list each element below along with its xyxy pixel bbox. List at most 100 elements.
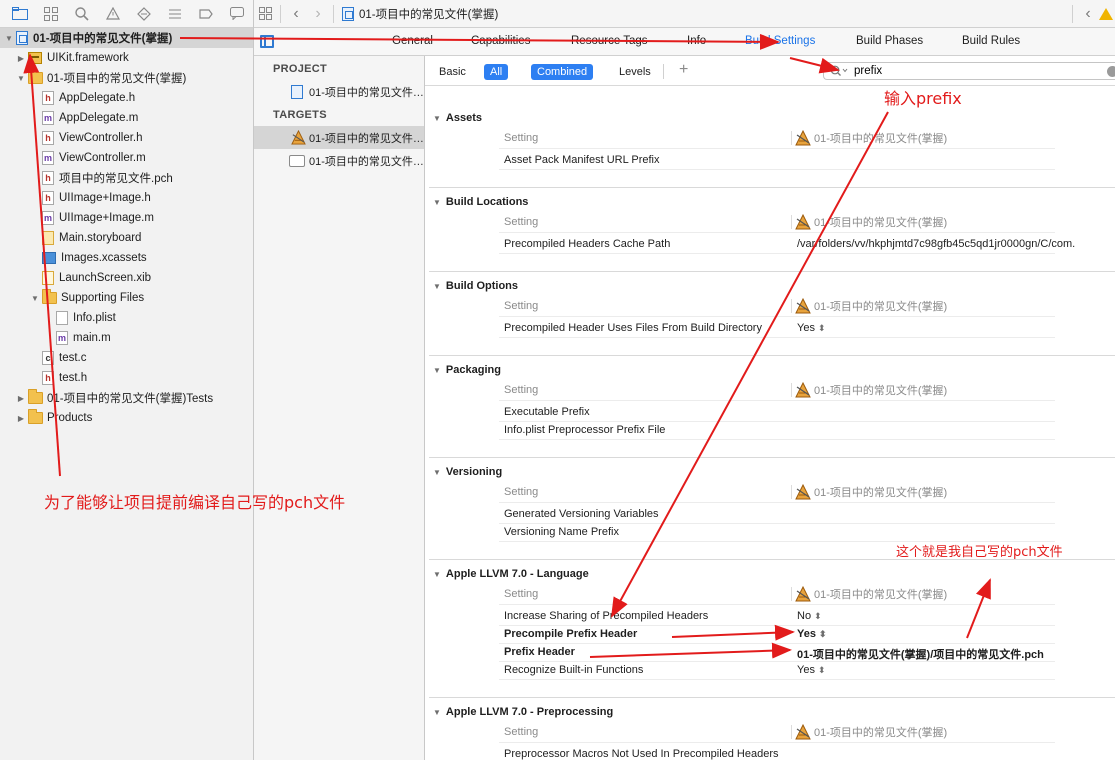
popup-stepper-icon[interactable]: ⬍	[818, 323, 826, 333]
tree-item[interactable]: h UIImage+Image.h	[0, 188, 253, 208]
tree-item[interactable]: ▼ Supporting Files	[0, 288, 253, 308]
tree-item[interactable]: m UIImage+Image.m	[0, 208, 253, 228]
section-title[interactable]: ▼ Packaging	[433, 364, 501, 376]
tree-item[interactable]: h test.h	[0, 368, 253, 388]
editor-tab-bar: General Capabilities Resource Tags Info …	[254, 28, 1115, 56]
tree-item[interactable]: Images.xcassets	[0, 248, 253, 268]
filter-all[interactable]: All	[484, 64, 509, 80]
tree-item[interactable]: m main.m	[0, 328, 253, 348]
add-setting-button[interactable]: +	[679, 61, 688, 79]
section-title[interactable]: ▼ Apple LLVM 7.0 - Language	[433, 568, 589, 580]
back-chevron-icon[interactable]: ‹	[285, 3, 307, 25]
search-icon[interactable]	[70, 3, 94, 25]
tree-item[interactable]: h AppDelegate.h	[0, 88, 253, 108]
tab-build-settings[interactable]: Build Settings	[745, 35, 815, 47]
setting-value[interactable]: No ⬍	[797, 610, 822, 622]
disclosure-open-icon[interactable]: ▼	[433, 282, 441, 291]
setting-name[interactable]: Preprocessor Macros Not Used In Precompi…	[504, 748, 779, 760]
search-field[interactable]	[823, 62, 1115, 80]
related-items-icon[interactable]	[254, 3, 276, 25]
tree-item[interactable]: c test.c	[0, 348, 253, 368]
tree-item[interactable]: ▶ Products	[0, 408, 253, 428]
tree-item[interactable]: Info.plist	[0, 308, 253, 328]
disclosure-open-icon[interactable]: ▼	[16, 74, 26, 83]
setting-name[interactable]: Precompile Prefix Header	[504, 628, 637, 640]
tree-item[interactable]: m AppDelegate.m	[0, 108, 253, 128]
tree-item[interactable]: h 项目中的常见文件.pch	[0, 168, 253, 188]
tab-resource-tags[interactable]: Resource Tags	[571, 35, 648, 47]
section-title[interactable]: ▼ Versioning	[433, 466, 502, 478]
tab-build-rules[interactable]: Build Rules	[962, 35, 1020, 47]
filter-combined[interactable]: Combined	[531, 64, 594, 80]
forward-chevron-icon[interactable]: ›	[307, 3, 329, 25]
setting-name[interactable]: Increase Sharing of Precompiled Headers	[504, 610, 708, 622]
tree-item[interactable]: ▼ 01-项目中的常见文件(掌握)	[0, 68, 253, 88]
back-chevron-icon[interactable]: ‹	[1081, 3, 1095, 25]
setting-name[interactable]: Prefix Header	[504, 646, 575, 658]
setting-name[interactable]: Recognize Built-in Functions	[504, 664, 643, 676]
warning-icon[interactable]	[1099, 8, 1113, 20]
tree-item[interactable]: ▶ UIKit.framework	[0, 48, 253, 68]
search-input[interactable]	[854, 65, 1054, 77]
tree-item[interactable]: LaunchScreen.xib	[0, 268, 253, 288]
setting-name[interactable]: Asset Pack Manifest URL Prefix	[504, 154, 659, 166]
breadcrumb-project[interactable]: 01-项目中的常见文件(掌握)	[359, 6, 498, 22]
tree-item[interactable]: ▶ 01-项目中的常见文件(掌握)Tests	[0, 388, 253, 408]
target-item-tests[interactable]: 01-项目中的常见文件(...	[254, 149, 424, 172]
disclosure-closed-icon[interactable]: ▶	[16, 414, 26, 423]
setting-value[interactable]: 01-项目中的常见文件(掌握)/项目中的常见文件.pch	[797, 646, 1044, 662]
folder-icon[interactable]	[8, 3, 32, 25]
disclosure-open-icon[interactable]: ▼	[433, 570, 441, 579]
disclosure-open-icon[interactable]: ▼	[433, 366, 441, 375]
setting-value[interactable]: Yes ⬍	[797, 628, 827, 640]
setting-name[interactable]: Precompiled Header Uses Files From Build…	[504, 322, 762, 334]
target-item-app[interactable]: 01-项目中的常见文件(...	[254, 126, 424, 149]
tree-item[interactable]: Main.storyboard	[0, 228, 253, 248]
report-icon[interactable]	[225, 3, 249, 25]
section-title[interactable]: ▼ Assets	[433, 112, 482, 124]
setting-name[interactable]: Generated Versioning Variables	[504, 508, 659, 520]
tab-capabilities[interactable]: Capabilities	[471, 35, 530, 47]
disclosure-open-icon[interactable]: ▼	[433, 114, 441, 123]
disclosure-open-icon[interactable]: ▼	[433, 198, 441, 207]
disclosure-open-icon[interactable]: ▼	[433, 708, 441, 717]
setting-name[interactable]: Precompiled Headers Cache Path	[504, 238, 670, 250]
project-item[interactable]: 01-项目中的常见文件(...	[254, 80, 424, 103]
tree-item[interactable]: ▼ 01-项目中的常见文件(掌握)	[0, 28, 253, 48]
popup-stepper-icon[interactable]: ⬍	[814, 611, 822, 621]
setting-value[interactable]: Yes ⬍	[797, 664, 826, 676]
breakpoint-icon[interactable]	[194, 3, 218, 25]
tree-item[interactable]: h ViewController.h	[0, 128, 253, 148]
tree-item[interactable]: m ViewController.m	[0, 148, 253, 168]
debug-navigator-icon[interactable]	[163, 3, 187, 25]
disclosure-open-icon[interactable]: ▼	[4, 34, 14, 43]
tab-info[interactable]: Info	[687, 35, 706, 47]
divider	[791, 485, 792, 499]
section-title[interactable]: ▼ Apple LLVM 7.0 - Preprocessing	[433, 706, 613, 718]
symbol-navigator-icon[interactable]	[39, 3, 63, 25]
filter-basic[interactable]: Basic	[433, 64, 472, 80]
warning-icon[interactable]	[101, 3, 125, 25]
tab-general[interactable]: General	[392, 35, 433, 47]
popup-stepper-icon[interactable]: ⬍	[819, 629, 827, 639]
test-navigator-icon[interactable]	[132, 3, 156, 25]
setting-name[interactable]: Versioning Name Prefix	[504, 526, 619, 538]
setting-value[interactable]: /var/folders/vv/hkphjmtd7c98gfb45c5qd1jr…	[797, 238, 1075, 250]
filter-levels[interactable]: Levels	[613, 64, 657, 80]
tab-build-phases[interactable]: Build Phases	[856, 35, 923, 47]
breadcrumb[interactable]: 01-项目中的常见文件(掌握)	[342, 6, 498, 22]
setting-name[interactable]: Info.plist Preprocessor Prefix File	[504, 424, 665, 436]
disclosure-closed-icon[interactable]: ▶	[16, 394, 26, 403]
section-title[interactable]: ▼ Build Locations	[433, 196, 528, 208]
clear-search-icon[interactable]	[1107, 66, 1115, 77]
header-file-icon: h	[42, 371, 54, 385]
setting-name[interactable]: Executable Prefix	[504, 406, 590, 418]
sidebar-toggle-icon[interactable]	[260, 35, 274, 48]
disclosure-open-icon[interactable]: ▼	[433, 468, 441, 477]
popup-stepper-icon[interactable]: ⬍	[818, 665, 826, 675]
project-navigator: ▼ 01-项目中的常见文件(掌握) ▶ UIKit.framework ▼ 01-项目中的…	[0, 0, 254, 760]
setting-value[interactable]: Yes ⬍	[797, 322, 826, 334]
disclosure-open-icon[interactable]: ▼	[30, 294, 40, 303]
section-title[interactable]: ▼ Build Options	[433, 280, 518, 292]
disclosure-closed-icon[interactable]: ▶	[16, 54, 26, 63]
